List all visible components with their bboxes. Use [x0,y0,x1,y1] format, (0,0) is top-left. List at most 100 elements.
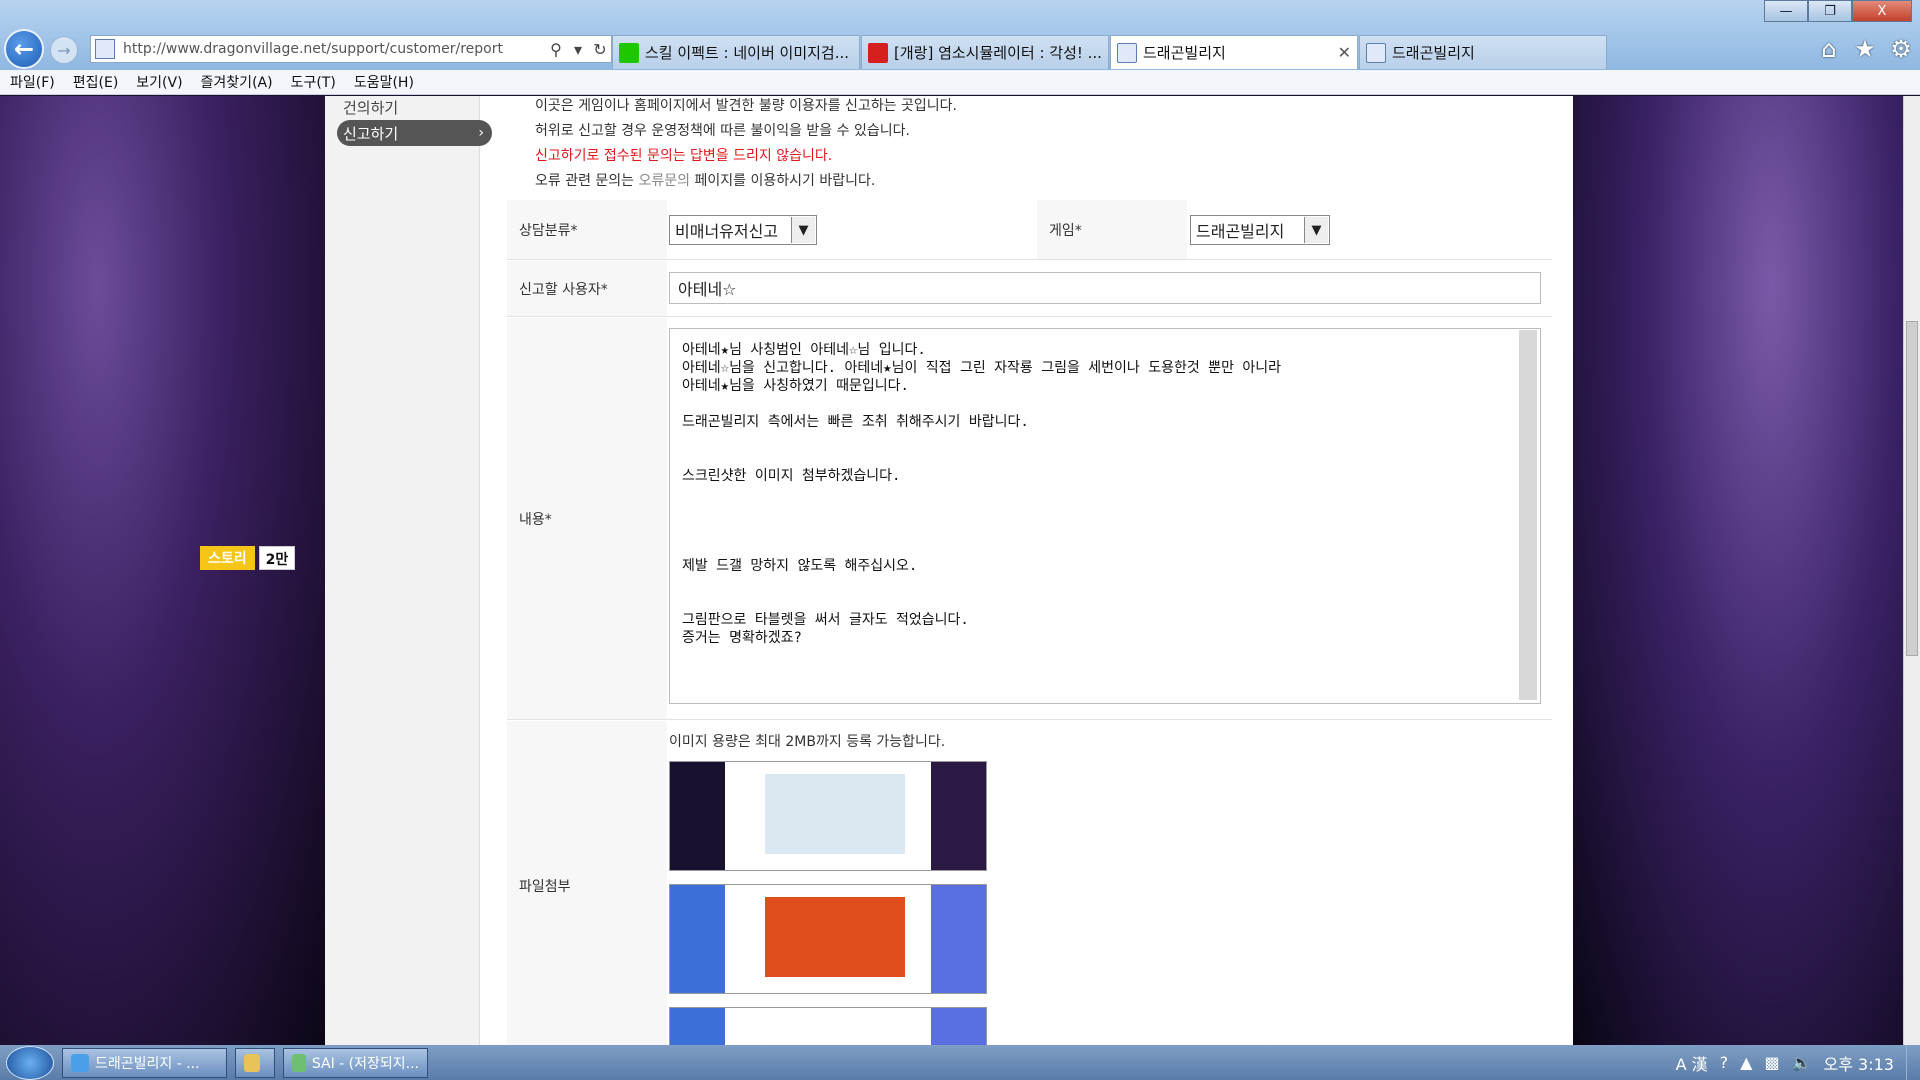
notice-warning: 신고하기로 접수된 문의는 답변을 드리지 않습니다. [535,148,833,164]
menu-tools[interactable]: 도구(T) [291,72,336,92]
start-button[interactable] [6,1045,54,1080]
address-bar[interactable]: http://www.dragonvillage.net/support/cus… [90,35,612,63]
game-value: 드래곤빌리지 [1196,222,1285,241]
chevron-up-icon[interactable]: ▲ [1740,1053,1752,1072]
back-button[interactable]: ← [4,29,44,69]
tab-label: 드래곤빌리지 [1143,44,1226,62]
task-sai[interactable]: SAI - (저장되지... [283,1047,428,1078]
arrow-left-icon: ← [13,35,35,63]
ie-icon [71,1053,89,1072]
taskbar: 드래곤빌리지 - ... SAI - (저장되지... A 漢 ? ▲ ▩ 🔈 … [0,1045,1920,1080]
main-content: 건의하기 신고하기 › 이곳은 게임이나 홈페이지에서 발견한 불량 이용자를 … [325,96,1573,1046]
thumb-artwork [765,897,905,977]
sai-icon [292,1053,306,1072]
category-label: 상담분류* [507,200,667,259]
game-select[interactable]: 드래곤빌리지 ▼ [1190,215,1330,245]
task-label: 드래곤빌리지 - ... [95,1055,200,1072]
nav-item-suggestion[interactable]: 건의하기 [337,96,492,120]
refresh-icon[interactable]: ↻ [589,38,611,60]
volume-icon[interactable]: 🔈 [1792,1053,1812,1072]
show-desktop-button[interactable] [1906,1045,1920,1080]
task-label: SAI - (저장되지... [311,1055,419,1072]
story-label: 스토리 [200,546,255,570]
thumb-artwork [765,774,905,854]
favorites-star-icon[interactable]: ★ [1852,35,1878,63]
chevron-right-icon: › [478,125,484,141]
menu-view[interactable]: 보기(V) [136,72,182,92]
site-favicon-icon [1366,42,1386,63]
background-art-left [0,96,325,1046]
arrow-right-icon: → [57,40,71,60]
help-icon[interactable]: ? [1720,1053,1729,1072]
task-ie[interactable]: 드래곤빌리지 - ... [62,1047,227,1078]
background-art-right [1573,96,1903,1046]
notice-text-part: 오류 관련 문의는 [535,173,639,189]
search-icon[interactable]: ⚲ [545,38,567,60]
side-nav: 건의하기 신고하기 › [325,96,492,1046]
attachment-thumbnail[interactable] [669,761,987,871]
menu-edit[interactable]: 편집(E) [73,72,119,92]
thumb-panel [670,885,725,993]
attachment-thumbnail[interactable] [669,884,987,994]
home-icon[interactable]: ⌂ [1816,35,1842,63]
file-label: 파일첨부 [507,721,667,1046]
page-scrollbar[interactable] [1903,96,1920,1046]
scrollbar-thumb[interactable] [1906,321,1918,656]
close-button[interactable]: X [1852,0,1912,22]
chevron-down-icon: ▼ [791,217,815,243]
forward-button[interactable]: → [50,36,78,64]
category-value: 비매너유저신고 [675,222,779,241]
error-inquiry-link[interactable]: 오류문의 [639,173,691,189]
textarea-scrollbar[interactable] [1519,330,1537,700]
youtube-icon [868,42,888,63]
site-favicon-icon [95,39,115,59]
gear-icon[interactable]: ⚙ [1888,35,1914,63]
menu-bar: 파일(F) 편집(E) 보기(V) 즐겨찾기(A) 도구(T) 도움말(H) [0,70,1920,95]
file-row: 파일첨부 이미지 용량은 최대 2MB까지 등록 가능합니다. [507,721,1552,1046]
reported-user-input[interactable]: 아테네☆ [669,272,1541,304]
menu-favorites[interactable]: 즐겨찾기(A) [201,72,273,92]
notice-line: 허위로 신고할 경우 운영정책에 따른 불이익을 받을 수 있습니다. [535,123,910,139]
thumb-panel [670,762,725,870]
thumb-panel [670,1008,725,1046]
web-page: 스토리 2만 건의하기 신고하기 › 이곳은 게임이나 홈페이지에서 발견한 불… [0,96,1920,1046]
user-row: 신고할 사용자* 아테네☆ [507,261,1552,317]
nav-item-report[interactable]: 신고하기 › [337,120,492,146]
tab-dragonvillage[interactable]: 드래곤빌리지 [1359,35,1607,69]
category-row: 상담분류* 비매너유저신고 ▼ 게임* 드래곤빌리지 ▼ [507,200,1552,260]
window-controls: — ❐ X [1764,0,1912,22]
dropdown-arrow-icon[interactable]: ▾ [567,38,589,60]
close-icon[interactable]: ✕ [1338,43,1351,62]
tab-naver-image[interactable]: 스킬 이펙트 : 네이버 이미지검... [612,35,860,69]
task-explorer[interactable] [235,1047,275,1078]
category-select[interactable]: 비매너유저신고 ▼ [669,215,817,245]
content-label: 내용* [507,318,667,719]
browser-toolbar: ← → http://www.dragonvillage.net/support… [0,0,1920,70]
story-badge[interactable]: 스토리 2만 [200,546,296,570]
tab-youtube[interactable]: [개랑] 염소시뮬레이터 : 각성! ... [861,35,1109,69]
tab-dragonvillage-active[interactable]: 드래곤빌리지 ✕ [1110,35,1358,69]
network-icon[interactable]: ▩ [1764,1053,1779,1072]
file-size-hint: 이미지 용량은 최대 2MB까지 등록 가능합니다. [669,734,946,750]
naver-icon [619,42,639,63]
notice-line: 이곳은 게임이나 홈페이지에서 발견한 불량 이용자를 신고하는 곳입니다. [535,98,957,114]
clock[interactable]: 오후 3:13 [1824,1051,1894,1075]
tab-label: 드래곤빌리지 [1392,44,1475,62]
notice-text-part: 페이지를 이용하시기 바랍니다. [690,173,876,189]
notice-line: 오류 관련 문의는 오류문의 페이지를 이용하시기 바랍니다. [535,169,957,194]
menu-help[interactable]: 도움말(H) [354,72,414,92]
ime-indicator[interactable]: A 漢 [1676,1051,1708,1075]
browser-tools: ⌂ ★ ⚙ [1816,35,1914,63]
maximize-button[interactable]: ❐ [1808,0,1852,22]
menu-file[interactable]: 파일(F) [10,72,55,92]
content-textarea[interactable]: 아테네★님 사칭범인 아테네☆님 입니다. 아테네☆님을 신고합니다. 아테네★… [669,328,1541,704]
site-favicon-icon [1117,42,1137,63]
attachment-thumbnail[interactable] [669,1007,987,1046]
tab-label: [개랑] 염소시뮬레이터 : 각성! ... [894,44,1102,62]
address-url[interactable]: http://www.dragonvillage.net/support/cus… [123,41,545,57]
game-label: 게임* [1037,200,1187,259]
folder-icon [244,1053,260,1072]
story-count: 2만 [258,546,296,570]
notice-text: 이곳은 게임이나 홈페이지에서 발견한 불량 이용자를 신고하는 곳입니다. 허… [535,96,957,194]
minimize-button[interactable]: — [1764,0,1808,22]
